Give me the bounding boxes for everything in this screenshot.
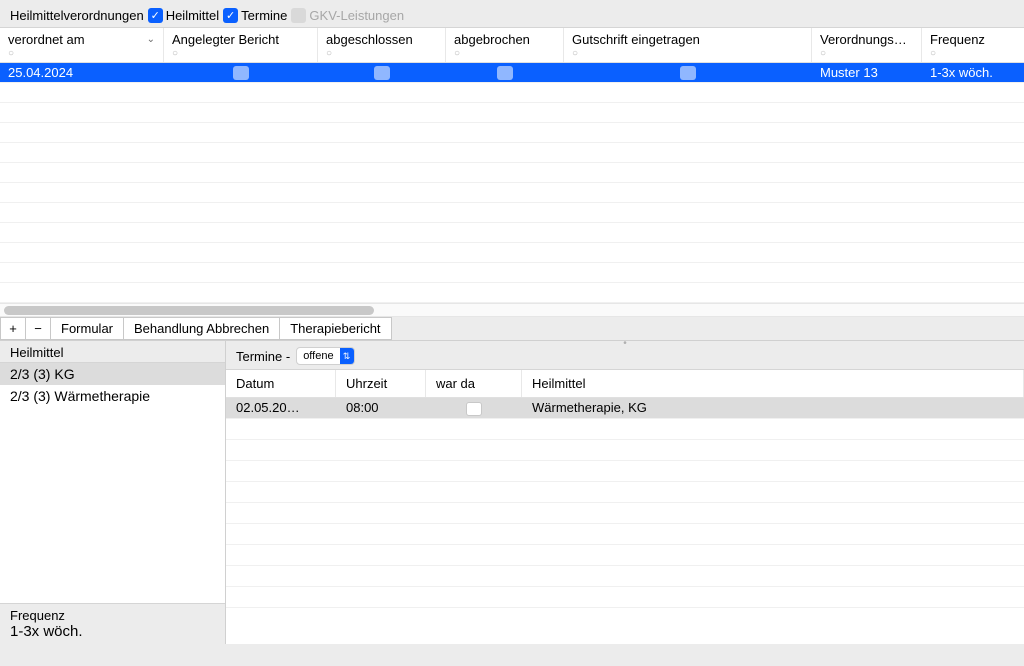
table-row[interactable] <box>0 83 1024 103</box>
table-row[interactable] <box>0 183 1024 203</box>
table-row[interactable] <box>226 503 1024 524</box>
cell-date: 25.04.2024 <box>0 63 164 82</box>
action-bar: + − Formular Behandlung Abbrechen Therap… <box>0 317 1024 341</box>
select-arrows-icon: ⇅ <box>340 347 354 365</box>
chevron-down-icon: ⌄ <box>147 34 155 45</box>
checkbox-icon[interactable] <box>497 66 513 80</box>
checkbox-heilmittel[interactable]: ✓ Heilmittel <box>148 8 219 23</box>
heilmittel-list: 2/3 (3) KG 2/3 (3) Wärmetherapie <box>0 362 225 604</box>
table-row[interactable] <box>226 545 1024 566</box>
list-item[interactable]: 2/3 (3) Wärmetherapie <box>0 385 225 407</box>
table-row[interactable] <box>0 243 1024 263</box>
cell-datum: 02.05.20… <box>226 398 336 418</box>
cell-verordnung: Muster 13 <box>812 63 922 82</box>
table-row[interactable] <box>226 587 1024 608</box>
cell-uhrzeit: 08:00 <box>336 398 426 418</box>
table-row[interactable]: 02.05.20… 08:00 Wärmetherapie, KG <box>226 398 1024 419</box>
column-angelegter-bericht[interactable]: Angelegter Bericht○ <box>164 28 318 62</box>
formular-button[interactable]: Formular <box>50 317 124 340</box>
list-item[interactable]: 2/3 (3) KG <box>0 363 225 385</box>
table-row[interactable] <box>0 283 1024 303</box>
therapiebericht-button[interactable]: Therapiebericht <box>279 317 391 340</box>
table-row[interactable] <box>0 203 1024 223</box>
table-row[interactable] <box>0 143 1024 163</box>
add-button[interactable]: + <box>0 317 26 340</box>
abbrechen-button[interactable]: Behandlung Abbrechen <box>123 317 280 340</box>
checkbox-icon[interactable] <box>233 66 249 80</box>
table-row[interactable] <box>0 123 1024 143</box>
horizontal-scrollbar[interactable] <box>0 303 1024 317</box>
column-war-da[interactable]: war da <box>426 370 522 397</box>
remove-button[interactable]: − <box>25 317 51 340</box>
checkbox-icon[interactable] <box>466 402 482 416</box>
table-row[interactable]: 25.04.2024 Muster 13 1-3x wöch. <box>0 63 1024 83</box>
table-row[interactable] <box>0 103 1024 123</box>
frequenz-value: 1-3x wöch. <box>0 623 225 644</box>
table-row[interactable] <box>226 461 1024 482</box>
table-header: verordnet am ⌄ ○ Angelegter Bericht○ abg… <box>0 28 1024 63</box>
column-gutschrift[interactable]: Gutschrift eingetragen○ <box>564 28 812 62</box>
table-row[interactable] <box>0 263 1024 283</box>
termine-label: Termine - <box>236 349 290 364</box>
heilmittel-title: Heilmittel <box>0 341 225 362</box>
column-abgeschlossen[interactable]: abgeschlossen○ <box>318 28 446 62</box>
table-row[interactable] <box>226 566 1024 587</box>
heilmittel-panel: Heilmittel 2/3 (3) KG 2/3 (3) Wärmethera… <box>0 341 226 644</box>
checkbox-icon[interactable] <box>680 66 696 80</box>
column-datum[interactable]: Datum <box>226 370 336 397</box>
table-row[interactable] <box>226 440 1024 461</box>
table-row[interactable] <box>0 223 1024 243</box>
column-verordnet-am[interactable]: verordnet am ⌄ ○ <box>0 28 164 62</box>
filter-bar: Heilmittelverordnungen ✓ Heilmittel ✓ Te… <box>0 6 1024 27</box>
table-row[interactable] <box>226 419 1024 440</box>
check-icon: ✓ <box>148 8 163 23</box>
check-icon: ✓ <box>223 8 238 23</box>
checkbox-termine[interactable]: ✓ Termine <box>223 8 287 23</box>
column-verordnungs[interactable]: Verordnungs…○ <box>812 28 922 62</box>
filter-title: Heilmittelverordnungen <box>10 8 144 23</box>
termine-table: Datum Uhrzeit war da Heilmittel 02.05.20… <box>226 369 1024 644</box>
column-uhrzeit[interactable]: Uhrzeit <box>336 370 426 397</box>
column-frequenz[interactable]: Frequenz○ <box>922 28 1024 62</box>
column-heilmittel[interactable]: Heilmittel <box>522 370 1024 397</box>
table-row[interactable] <box>226 524 1024 545</box>
termine-filter-select[interactable]: offene ⇅ <box>296 347 354 365</box>
prescriptions-table: verordnet am ⌄ ○ Angelegter Bericht○ abg… <box>0 27 1024 317</box>
frequenz-label: Frequenz <box>0 604 225 623</box>
cell-frequenz: 1-3x wöch. <box>922 63 1024 82</box>
checkbox-gkv[interactable]: GKV-Leistungen <box>291 8 404 23</box>
checkbox-icon[interactable] <box>374 66 390 80</box>
table-row[interactable] <box>0 163 1024 183</box>
scrollbar-thumb[interactable] <box>4 306 374 315</box>
check-icon <box>291 8 306 23</box>
column-abgebrochen[interactable]: abgebrochen○ <box>446 28 564 62</box>
cell-heilmittel: Wärmetherapie, KG <box>522 398 1024 418</box>
table-row[interactable] <box>226 482 1024 503</box>
termine-panel: • Termine - offene ⇅ Datum Uhrzeit war d… <box>226 341 1024 644</box>
